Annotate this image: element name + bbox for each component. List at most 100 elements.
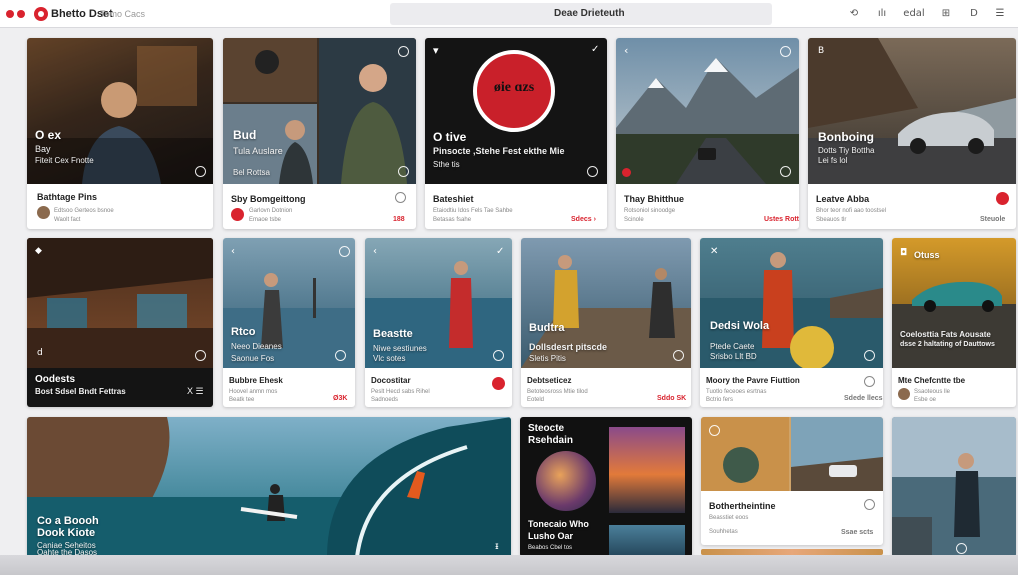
media-card[interactable]: ◘ Otuss Coelosttia Fats Aousate dsse 2 h… <box>892 238 1016 407</box>
card-title: Moory the Pavre Fiuttion <box>706 376 800 385</box>
edit-button[interactable]: edal <box>900 5 928 23</box>
back-icon[interactable]: ‹ <box>624 44 628 57</box>
card-meta-secondary: Sadnoeds <box>371 397 399 403</box>
rocks-and-car <box>701 417 883 491</box>
save-icon[interactable] <box>864 499 875 510</box>
camera-icon[interactable]: ◘ <box>900 248 907 258</box>
window-close-dot[interactable] <box>6 10 14 18</box>
portrait-scene <box>892 417 1016 557</box>
overlay-subtitle: Niwe sestiunes <box>373 344 427 353</box>
menu-icon[interactable]: ☰ <box>988 5 1012 23</box>
overlay-subtitle: Ptede Caete <box>710 342 755 351</box>
play-icon[interactable] <box>195 350 206 361</box>
logo-text: øie ɑzs <box>493 80 535 95</box>
card-meta-secondary: Scinole <box>624 217 644 223</box>
card-image: ‹ <box>616 38 799 184</box>
media-card[interactable]: Co a Boooh Dook Kiote Caniae Seheitos Oa… <box>27 417 511 557</box>
media-card[interactable]: O ex Bay Fiteit Cex Fnotte Bathtage Pins… <box>27 38 213 229</box>
play-icon[interactable] <box>587 166 598 177</box>
back-icon[interactable]: ‹ <box>231 246 235 257</box>
refresh-icon[interactable]: ⟲ <box>842 5 866 23</box>
media-card[interactable]: ✕ Dedsi Wola Ptede Caete Srisbo Llt BD M… <box>700 238 883 407</box>
more-icon[interactable] <box>339 246 350 257</box>
bookmark-icon[interactable]: ◆ <box>35 246 42 256</box>
card-image: ◆ d <box>27 238 213 368</box>
overlay-caption: Srisbo Llt BD <box>710 352 757 361</box>
record-badge-icon[interactable] <box>996 192 1009 205</box>
media-card[interactable]: Steocte Rsehdain Tonecaio Who Lusho Oar … <box>520 417 692 557</box>
overlay-title: Budtra <box>529 322 565 334</box>
media-card[interactable]: Bud Tula Auslare Bel Rottsa Sby Bomgeitt… <box>223 38 416 229</box>
save-icon[interactable] <box>864 376 875 387</box>
card-meta: Betoteosross Mtie tilod <box>527 389 588 395</box>
play-icon[interactable] <box>335 350 346 361</box>
card-meta: Ssaoteous lle <box>914 389 951 395</box>
check-icon[interactable]: ✓ <box>591 44 599 55</box>
card-image: Co a Boooh Dook Kiote Caniae Seheitos Oa… <box>27 417 511 557</box>
card-meta-secondary: Souhhetas <box>709 529 738 535</box>
play-icon[interactable] <box>673 350 684 361</box>
avatar <box>898 388 910 400</box>
app-logo-icon <box>34 7 48 21</box>
brand-logo-icon: øie ɑzs <box>473 50 555 132</box>
media-card[interactable]: Budtra Dollsdesrt pitscde Sletis Pitis D… <box>521 238 691 407</box>
overlay-caption-secondary: Lusho Oar <box>528 531 574 541</box>
card-image: O ex Bay Fiteit Cex Fnotte <box>27 38 213 184</box>
overlay-footnote: Beabos Cbel tos <box>528 545 573 551</box>
card-link[interactable]: Sdecs › <box>571 216 596 223</box>
card-count: Ustes Rott <box>764 216 799 223</box>
play-icon[interactable] <box>493 350 504 361</box>
nav-link[interactable]: Tomo Cacs <box>100 9 145 19</box>
bookmark-icon[interactable]: B <box>818 46 824 56</box>
card-meta-secondary: Emaoe tsbe <box>249 217 282 223</box>
overlay-subtitle: Rsehdain <box>528 435 574 446</box>
play-icon[interactable] <box>780 166 791 177</box>
avatar <box>37 206 50 219</box>
media-card[interactable]: B Bonboing Dotts Tiy Bottha Lei fs lol L… <box>808 38 1016 229</box>
more-icon[interactable] <box>709 425 720 436</box>
live-badge-icon <box>622 168 631 177</box>
play-icon[interactable] <box>864 350 875 361</box>
save-icon[interactable] <box>395 192 406 203</box>
info-icon[interactable]: ᵻ <box>495 541 499 552</box>
card-count: Sdede llecs <box>844 395 883 402</box>
media-card[interactable]: ‹ Thay Bhitthue Rotsoniol sinoodge Scino… <box>616 38 799 229</box>
stats-icon[interactable]: ılı <box>870 5 894 23</box>
card-image: ‹ ✓ Beastte Niwe sestiunes Vlc sotes <box>365 238 512 368</box>
filter-icon[interactable]: ▾ <box>433 44 439 57</box>
clock-icon: d <box>37 348 43 358</box>
download-icon[interactable]: D <box>962 5 986 23</box>
overlay-title: Rtco <box>231 326 256 338</box>
card-meta: Hoovel anmn mos <box>229 389 278 395</box>
card-title: Sby Bomgeittong <box>231 194 306 204</box>
play-icon[interactable] <box>195 166 206 177</box>
play-icon[interactable] <box>956 543 967 554</box>
overlay-subtitle: Dollsdesrt pitscde <box>529 342 608 352</box>
record-badge-icon[interactable] <box>492 377 505 390</box>
play-icon[interactable] <box>398 166 409 177</box>
window-title-field[interactable]: Deae Drieteuth <box>390 3 772 25</box>
card-controls[interactable]: X ☰ <box>187 386 204 397</box>
window-minimize-dot[interactable] <box>17 10 25 18</box>
more-icon[interactable] <box>398 46 409 57</box>
card-meta-secondary: Beatk tee <box>229 397 255 403</box>
overlay-caption: Saonue Fos <box>231 354 275 363</box>
media-card[interactable]: ‹ ✓ Beastte Niwe sestiunes Vlc sotes Doc… <box>365 238 512 407</box>
more-icon[interactable] <box>780 46 791 57</box>
media-card[interactable] <box>892 417 1016 557</box>
card-meta: Edtsoo Gerteos bsnoe <box>54 208 114 214</box>
media-card[interactable]: ◆ d Oodests Bost Sdsel Bndt Fettras X ☰ <box>27 238 213 407</box>
overlay-subtitle: Dook Kiote <box>37 527 96 539</box>
card-title: Bathtage Pins <box>37 192 98 202</box>
close-icon[interactable]: ✕ <box>710 246 718 257</box>
media-card[interactable]: ‹ Rtco Neeo Dieanes Saonue Fos Bubbre Eh… <box>223 238 355 407</box>
grid-icon[interactable]: ⊞ <box>934 5 958 23</box>
check-icon[interactable]: ✓ <box>496 246 504 257</box>
card-image: Bud Tula Auslare Bel Rottsa <box>223 38 416 184</box>
overlay-title: Oodests <box>35 374 76 385</box>
back-icon[interactable]: ‹ <box>373 246 377 257</box>
overlay-subtitle: Bost Sdsel Bndt Fettras <box>35 387 126 396</box>
media-card[interactable]: øie ɑzs ▾ ✓ O tive Pinsocte ,Stehe Fest … <box>425 38 607 229</box>
media-card[interactable]: Bothertheintine Beasstiet eoos Souhhetas… <box>701 417 883 545</box>
bottom-edge <box>0 555 1018 575</box>
